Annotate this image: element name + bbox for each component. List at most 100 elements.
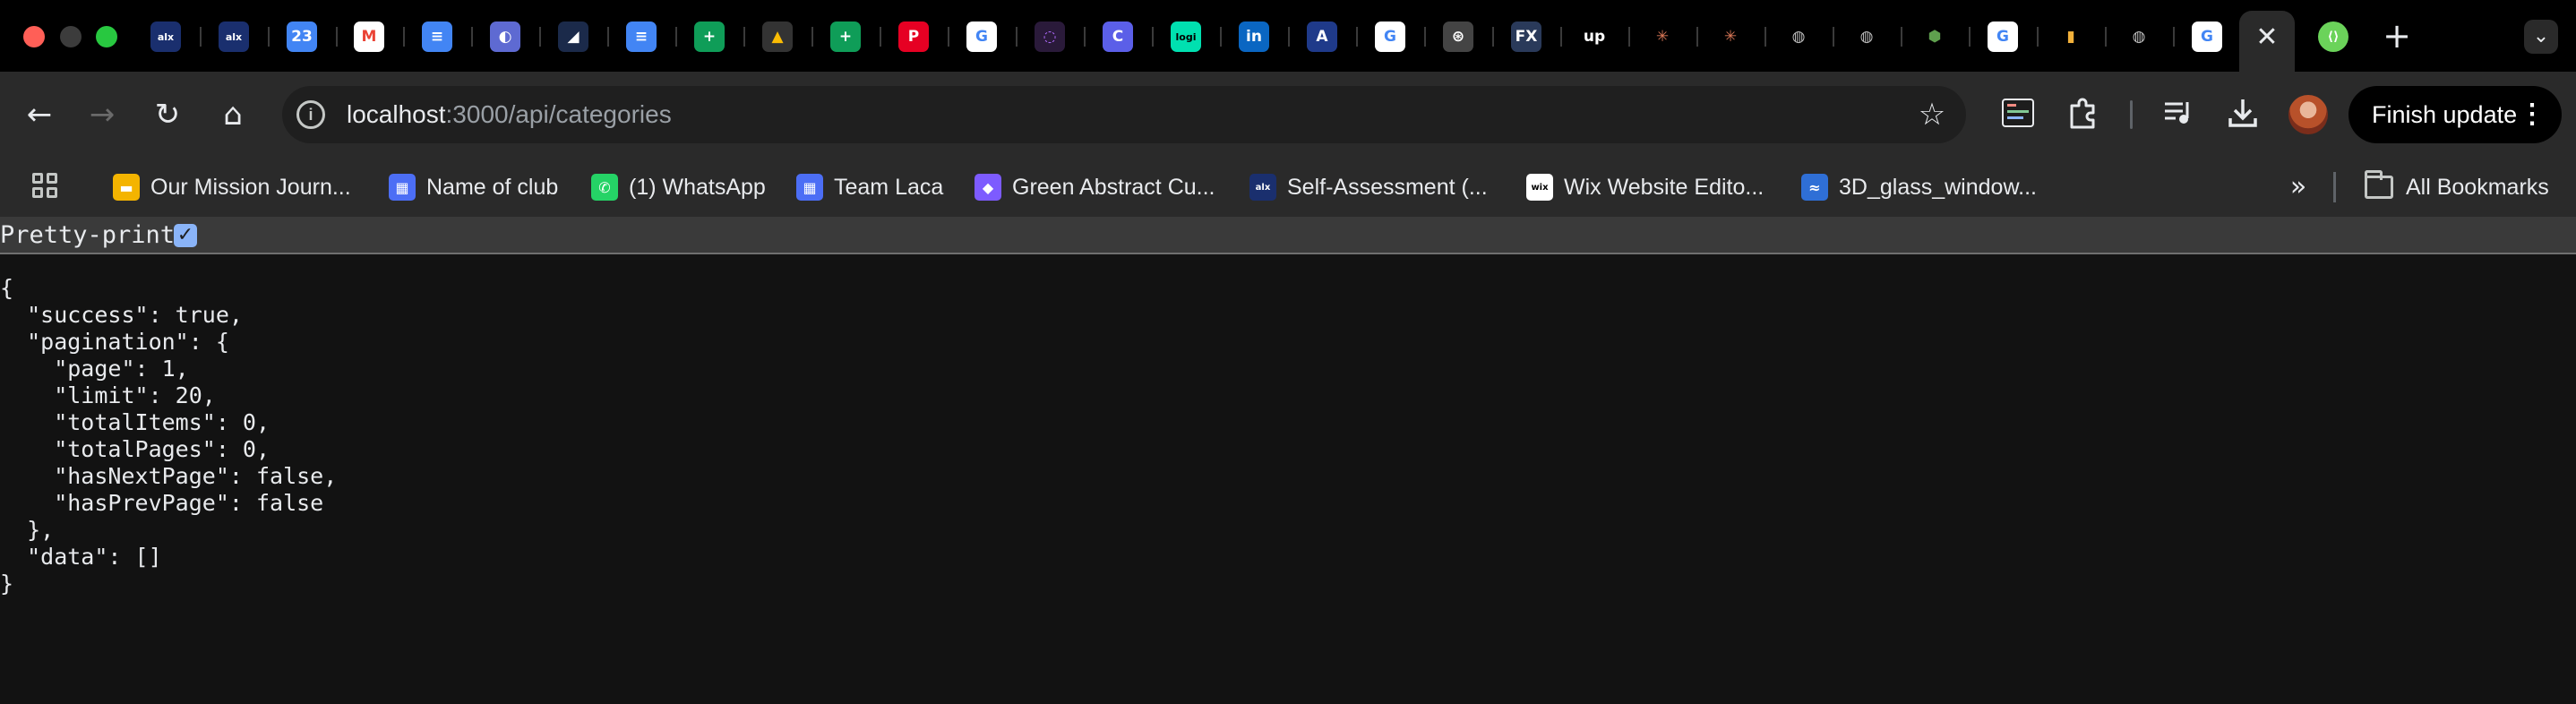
globe-icon[interactable]: ◍: [1783, 21, 1814, 52]
home-button[interactable]: ⌂: [211, 93, 254, 136]
close-tab-icon[interactable]: ✕: [2253, 23, 2281, 52]
tab-separator: [948, 27, 949, 47]
fx-icon[interactable]: FX: [1511, 21, 1541, 52]
reading-list-icon[interactable]: [1998, 95, 2038, 134]
window-minimize-button[interactable]: [60, 26, 82, 47]
bookmark-item[interactable]: ✆ (1) WhatsApp: [591, 158, 766, 217]
gmail-icon[interactable]: M: [354, 21, 384, 52]
bottle-icon[interactable]: ▮: [2056, 21, 2086, 52]
bookmarks-divider: [2333, 172, 2336, 202]
tab-separator: [1084, 27, 1086, 47]
finish-update-label: Finish update: [2372, 101, 2518, 128]
calendar-icon[interactable]: 23: [287, 21, 317, 52]
tab-separator: [1016, 27, 1018, 47]
bookmark-item[interactable]: ▦ Team Laca: [796, 158, 943, 217]
tab-separator: [539, 27, 541, 47]
pretty-print-checkbox[interactable]: ✓: [174, 224, 197, 247]
pretty-print-label: Pretty-print: [0, 221, 176, 249]
upwork-icon[interactable]: up: [1579, 21, 1610, 52]
address-bar[interactable]: i localhost:3000/api/categories ☆: [282, 86, 1966, 143]
claude-icon[interactable]: ✳: [1715, 21, 1746, 52]
clockify-icon[interactable]: C: [1103, 21, 1133, 52]
bookmarks-bar: ▬ Our Mission Journ... ▦ Name of club ✆ (1) W…: [0, 158, 2576, 217]
forward-button[interactable]: →: [81, 93, 124, 136]
pretty-print-bar: Pretty-print ✓: [0, 217, 2576, 254]
apps-grid-icon[interactable]: [32, 173, 59, 200]
bookmark-label: Green Abstract Cu...: [1012, 174, 1215, 200]
url-path: :3000/api/categories: [445, 100, 672, 128]
tab-separator: [1152, 27, 1154, 47]
globe-icon[interactable]: ◍: [1851, 21, 1882, 52]
google-icon[interactable]: G: [2192, 21, 2222, 52]
green-brand-icon[interactable]: ⟨⟩: [2318, 21, 2348, 52]
browser-toolbar: ← → ↻ ⌂ i localhost:3000/api/categories …: [0, 72, 2576, 158]
more-bookmarks-chevron-icon[interactable]: »: [2280, 169, 2316, 205]
tab-separator: [1356, 27, 1358, 47]
dark-brand-icon[interactable]: ◢: [558, 21, 588, 52]
bookmark-item[interactable]: ◆ Green Abstract Cu...: [975, 158, 1215, 217]
openai-icon[interactable]: ⊛: [1443, 21, 1473, 52]
bookmark-item[interactable]: ≈3D_glass_window...: [1801, 158, 2037, 217]
tab-separator: [1696, 27, 1698, 47]
reload-button[interactable]: ↻: [146, 93, 189, 136]
google-icon[interactable]: G: [1375, 21, 1405, 52]
linkedin-icon[interactable]: in: [1239, 21, 1269, 52]
wix-icon: wix: [1526, 174, 1553, 201]
tab-separator: [1765, 27, 1766, 47]
window-zoom-button[interactable]: [96, 26, 117, 47]
site-info-icon[interactable]: i: [296, 100, 325, 129]
google-sheets-icon[interactable]: +: [830, 21, 861, 52]
google-docs-icon[interactable]: ≡: [626, 21, 657, 52]
tab-search-button[interactable]: ⌄: [2524, 20, 2558, 54]
logi-icon[interactable]: logi: [1171, 21, 1201, 52]
google-icon[interactable]: G: [966, 21, 997, 52]
bookmark-item[interactable]: ▦ Name of club: [389, 158, 558, 217]
bookmark-star-icon[interactable]: ☆: [1916, 99, 1948, 131]
alx-icon[interactable]: alx: [219, 21, 249, 52]
downloads-icon[interactable]: [2223, 95, 2263, 134]
new-tab-button[interactable]: +: [2381, 19, 2413, 53]
finish-update-button[interactable]: Finish update ⋮: [2348, 86, 2562, 143]
tab-separator: [471, 27, 473, 47]
tab-separator: [880, 27, 881, 47]
all-bookmarks-button[interactable]: All Bookmarks: [2365, 158, 2549, 217]
google-docs-icon[interactable]: ≡: [422, 21, 452, 52]
tab-strip: alx alx 23 M ≡ ◐ ◢ ≡ + ▲ + P G ◌ Clogi in A G ⊛ FX up ✳ ✳ ◍ ◍ ⬢ G ▮…: [0, 0, 2576, 72]
tab-separator: [1288, 27, 1290, 47]
nodejs-icon[interactable]: ⬢: [1919, 21, 1950, 52]
all-bookmarks-label: All Bookmarks: [2406, 174, 2549, 200]
arc-icon[interactable]: A: [1307, 21, 1337, 52]
extensions-icon[interactable]: [2063, 95, 2102, 134]
claude-icon[interactable]: ✳: [1647, 21, 1678, 52]
profile-avatar[interactable]: [2288, 95, 2328, 134]
menu-dots-icon[interactable]: ⋮: [2519, 86, 2546, 143]
pinterest-icon[interactable]: P: [898, 21, 929, 52]
bookmark-item[interactable]: alx Self-Assessment (...: [1249, 158, 1488, 217]
canva-icon: ◆: [975, 174, 1001, 201]
circle-dots-icon[interactable]: ◌: [1035, 21, 1065, 52]
tab-separator: [200, 27, 202, 47]
tab-separator: [2105, 27, 2107, 47]
window-close-button[interactable]: [23, 26, 45, 47]
bookmark-label: 3D_glass_window...: [1839, 174, 2037, 200]
google-icon[interactable]: G: [1988, 21, 2018, 52]
active-tab[interactable]: ✕: [2239, 11, 2295, 72]
tab-separator: [1969, 27, 1971, 47]
globe-icon[interactable]: ◍: [2124, 21, 2154, 52]
tab-separator: [2173, 27, 2175, 47]
back-button[interactable]: ←: [18, 93, 61, 136]
url-text[interactable]: localhost:3000/api/categories: [347, 86, 672, 143]
alx-icon[interactable]: alx: [150, 21, 181, 52]
bookmark-item[interactable]: ▬ Our Mission Journ...: [113, 158, 351, 217]
bookmark-label: Name of club: [426, 174, 559, 200]
tab-separator: [268, 27, 270, 47]
google-drive-icon[interactable]: ▲: [762, 21, 793, 52]
bookmark-item[interactable]: wix Wix Website Edito...: [1526, 158, 1764, 217]
media-controls-icon[interactable]: [2159, 95, 2198, 134]
alx-icon: alx: [1249, 174, 1276, 201]
linear-icon[interactable]: ◐: [490, 21, 520, 52]
google-sheets-icon[interactable]: +: [694, 21, 725, 52]
tab-separator: [1901, 27, 1902, 47]
bookmark-label: Wix Website Edito...: [1564, 174, 1765, 200]
tab-separator: [675, 27, 677, 47]
